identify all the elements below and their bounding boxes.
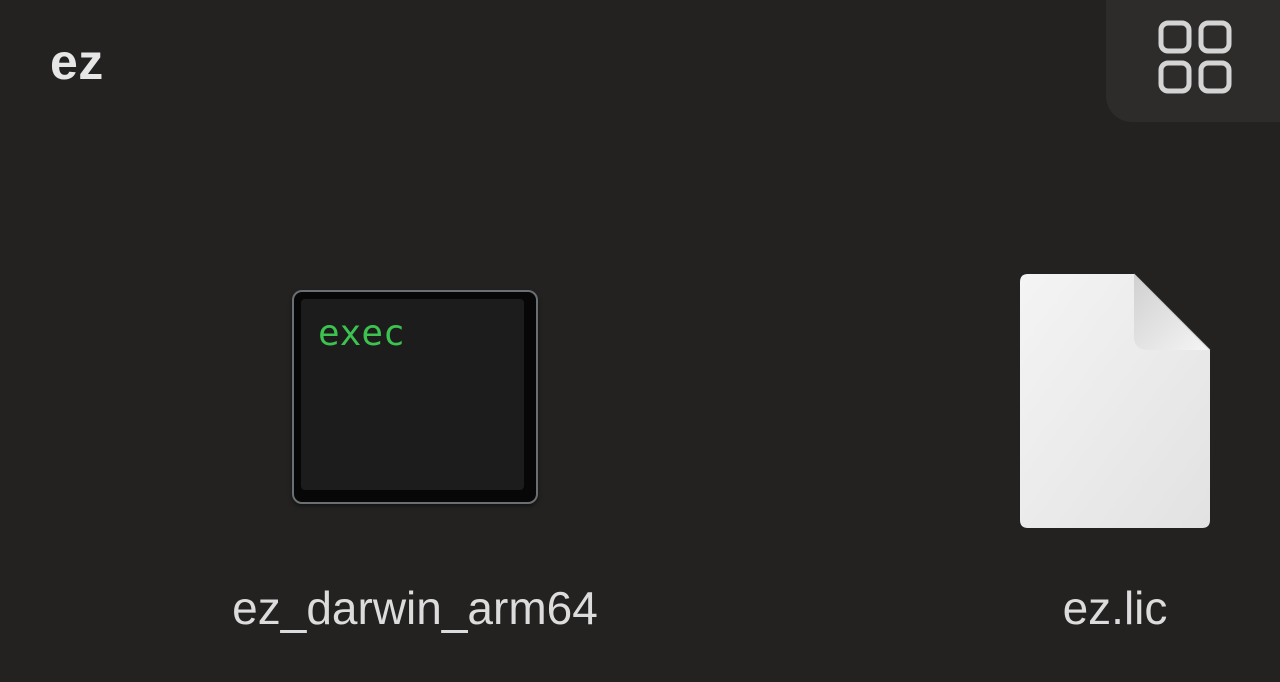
file-name-label: ez.lic	[1062, 582, 1168, 634]
terminal-exec-icon: exec	[292, 290, 538, 504]
document-icon	[1020, 273, 1211, 528]
grid-view-icon	[1158, 20, 1232, 94]
finder-window: ez exec ez_darwin_arm64 ez.lic	[0, 0, 1280, 682]
view-toggle-button[interactable]	[1106, 0, 1280, 122]
file-name-label: ez_darwin_arm64	[232, 582, 598, 634]
exec-label: exec	[318, 313, 405, 354]
folder-title: ez	[50, 34, 104, 90]
